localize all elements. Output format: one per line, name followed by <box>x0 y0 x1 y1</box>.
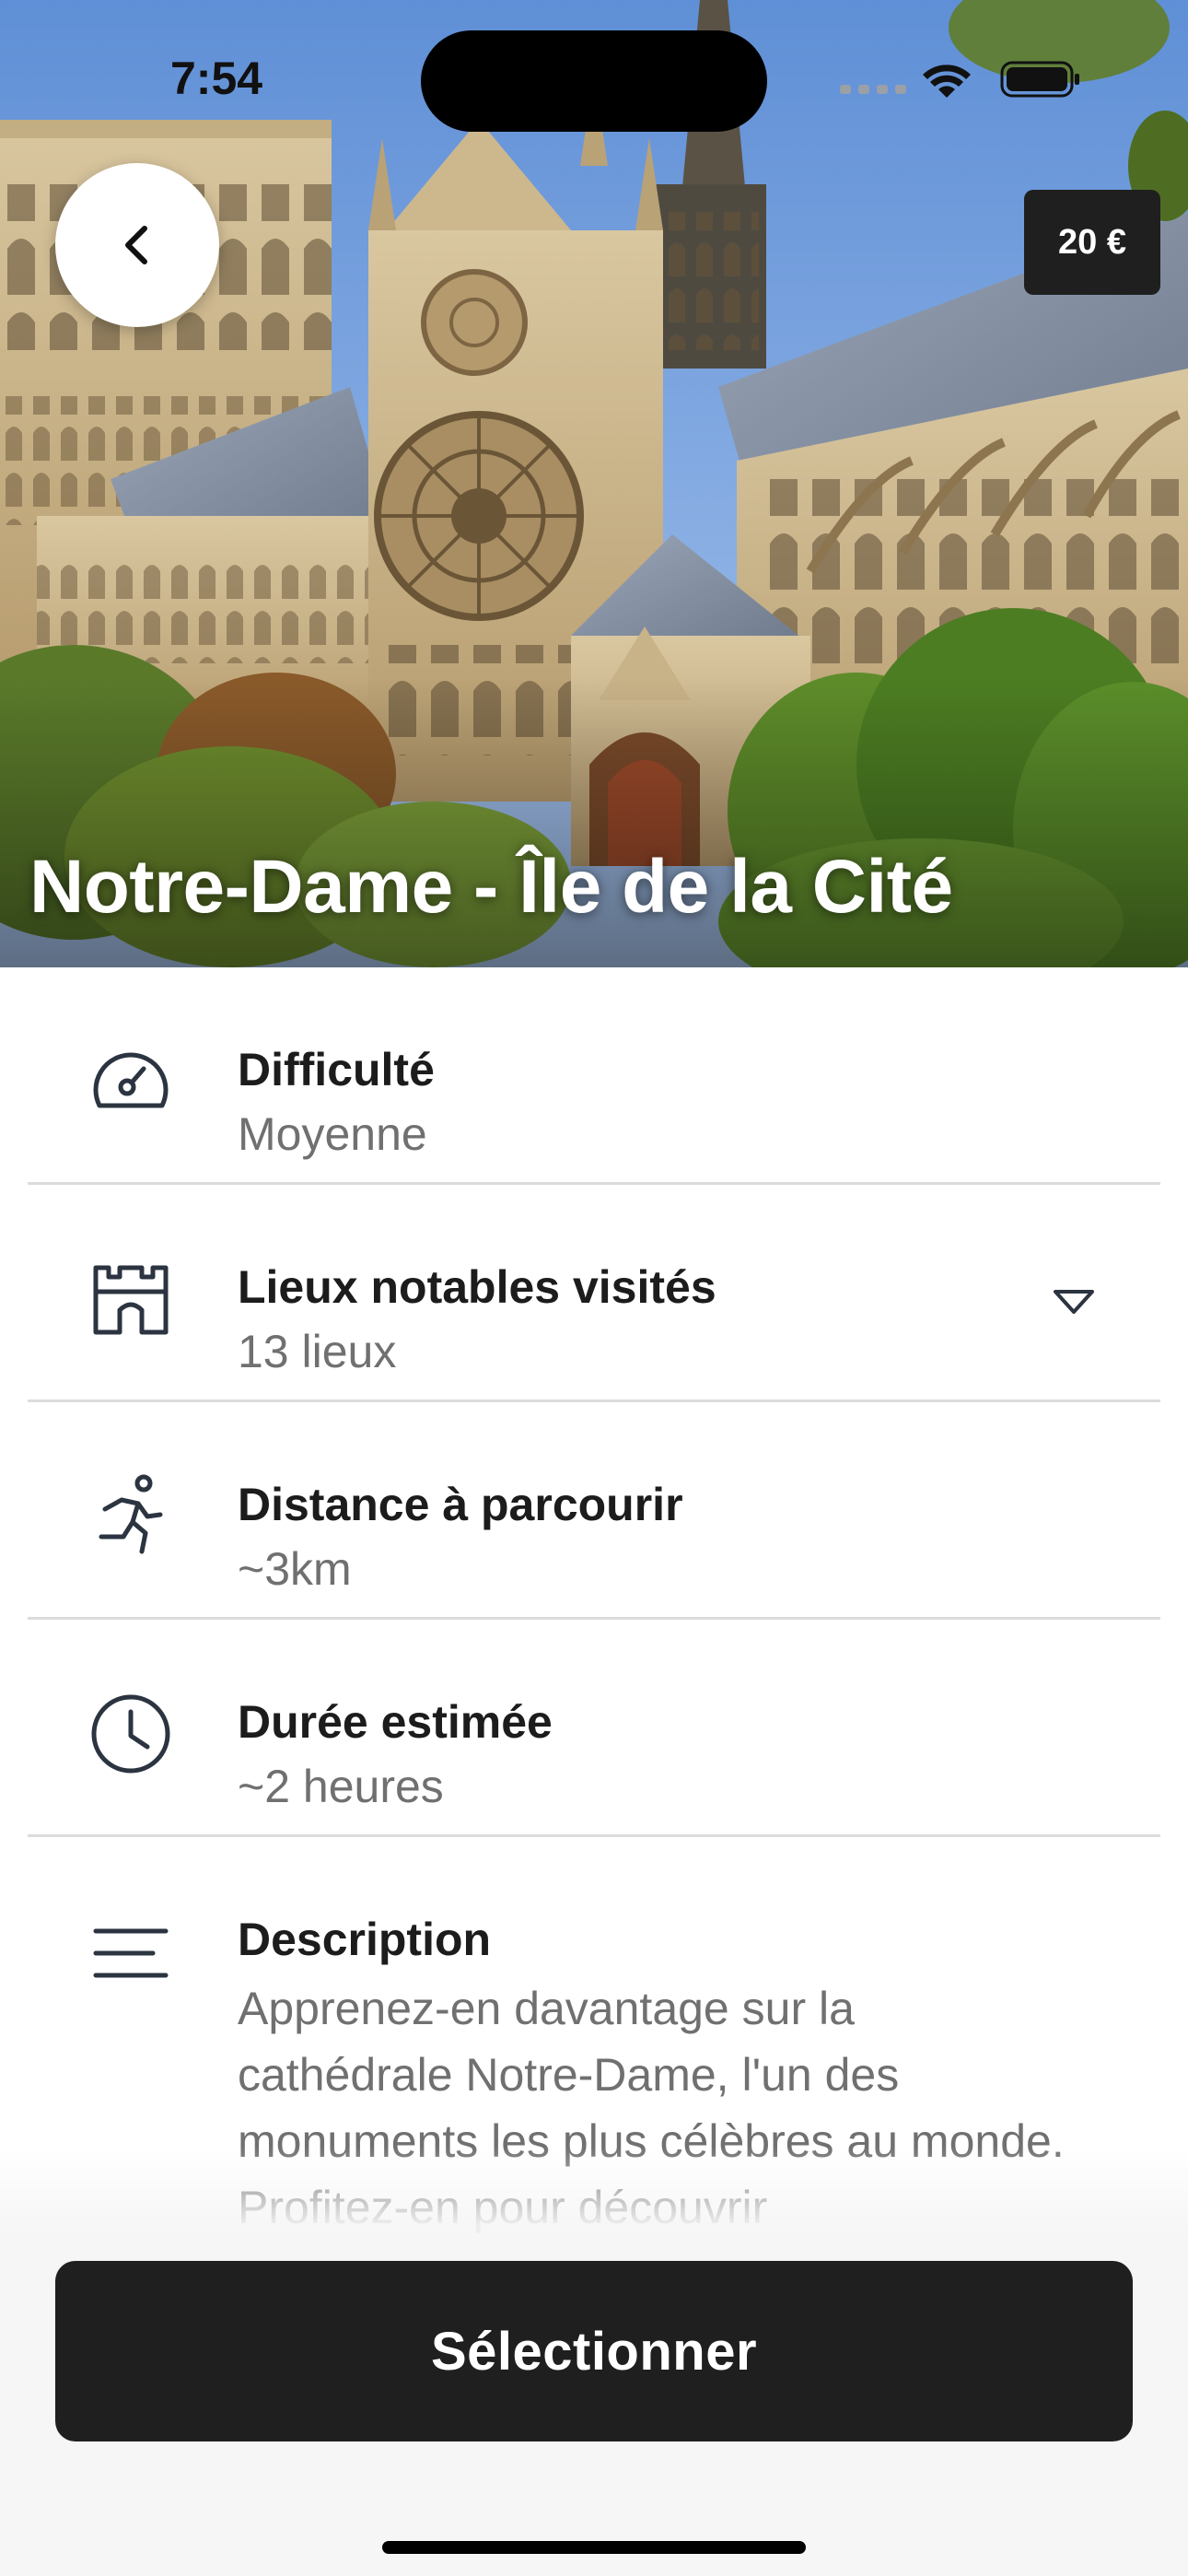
price-badge: 20 € <box>1024 190 1160 295</box>
hero-image: 7:54 20 € Notre-Dame - Île de la Cité <box>0 0 1188 967</box>
battery-icon <box>1000 61 1079 98</box>
tour-details-list: Difficulté Moyenne Lieux notables visité… <box>0 967 1188 2233</box>
detail-label: Description <box>238 1914 492 1965</box>
wifi-icon <box>923 64 971 98</box>
detail-label: Durée estimée <box>238 1696 553 1748</box>
detail-value: ~2 heures <box>238 1761 444 1812</box>
select-button[interactable]: Sélectionner <box>55 2261 1133 2441</box>
detail-label: Lieux notables visités <box>238 1261 716 1313</box>
status-icons <box>840 61 1079 98</box>
detail-value: 13 lieux <box>238 1326 397 1377</box>
detail-row-description: Description Apprenez-en davantage sur la… <box>28 1837 1160 2233</box>
detail-row-places[interactable]: Lieux notables visités 13 lieux <box>28 1185 1160 1402</box>
detail-label: Distance à parcourir <box>238 1479 683 1530</box>
cellular-signal-icon <box>840 85 906 94</box>
home-indicator[interactable] <box>382 2541 806 2554</box>
detail-label: Difficulté <box>238 1044 435 1095</box>
detail-row-distance: Distance à parcourir ~3km <box>28 1402 1160 1620</box>
tour-title: Notre-Dame - Île de la Cité <box>29 845 953 929</box>
clock-icon <box>91 1694 170 1774</box>
menu-lines-icon <box>93 1928 169 1978</box>
running-person-icon <box>99 1474 163 1554</box>
speedometer-icon <box>93 1052 169 1108</box>
castle-icon <box>93 1265 169 1335</box>
chevron-left-icon <box>125 226 147 264</box>
back-button[interactable] <box>55 163 219 327</box>
detail-row-duration: Durée estimée ~2 heures <box>28 1620 1160 1837</box>
cathedral-photo <box>0 0 1188 967</box>
detail-value: Moyenne <box>238 1108 427 1160</box>
detail-row-difficulty: Difficulté Moyenne <box>28 967 1160 1185</box>
detail-value: ~3km <box>238 1543 352 1595</box>
screen: 7:54 20 € Notre-Dame - Île de la Cité Di… <box>0 0 1188 2576</box>
dynamic-island <box>421 30 767 132</box>
status-time: 7:54 <box>170 53 263 104</box>
chevron-down-icon[interactable] <box>1052 1286 1096 1317</box>
